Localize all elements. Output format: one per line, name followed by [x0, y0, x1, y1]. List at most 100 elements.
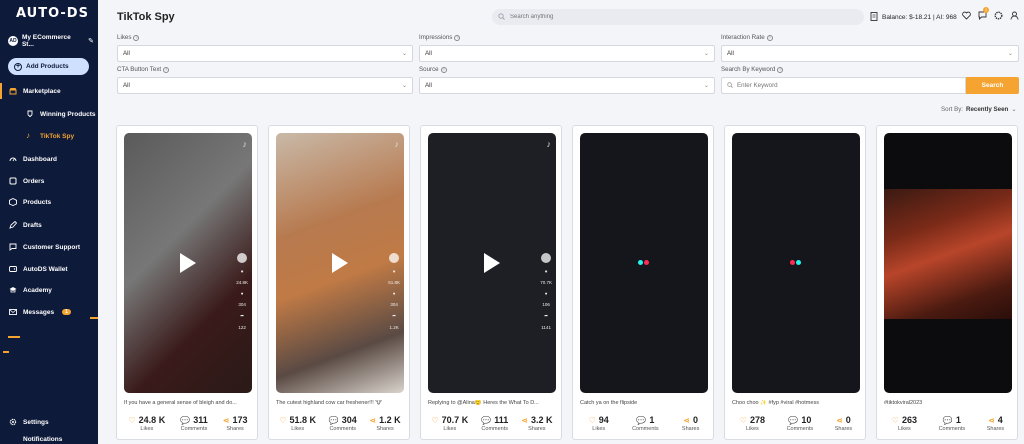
video-thumbnail[interactable] [732, 133, 860, 393]
store-selector[interactable]: AD My ECommerce St... ✎ [8, 34, 94, 48]
tiktok-icon: ♪ [26, 131, 30, 140]
edit-pencil-icon[interactable]: ✎ [88, 37, 94, 45]
sidebar-item-customer-support[interactable]: Customer Support [0, 239, 98, 255]
filter-label-text: CTA Button Text [117, 66, 162, 73]
side-comments: 304 [238, 302, 246, 307]
sidebar-item-notifications[interactable]: Notifications [0, 434, 98, 444]
sidebar-item-label: Dashboard [23, 155, 57, 163]
comment-icon: ● [240, 291, 244, 296]
likes-stat: ♡ 70.7 K Likes [432, 415, 469, 432]
share-icon: ⋖ [836, 415, 843, 425]
shares-value: 1.2 K [379, 415, 401, 425]
sidebar-item-drafts[interactable]: Drafts [0, 217, 98, 233]
source-select[interactable]: All ⌄ [419, 77, 715, 94]
video-card[interactable]: #tiktokviral2023 ♡ 263 Likes 💬 1 Comments ⋖ 4… [876, 125, 1018, 440]
chevron-down-icon: ⌄ [703, 51, 709, 57]
mail-icon [9, 308, 17, 316]
select-value: All [123, 50, 130, 57]
video-card[interactable]: ♪ ♥ 51.8K ● 304 ➦ 1.2K The cutest highland … [268, 125, 410, 440]
global-search[interactable] [492, 9, 864, 25]
sidebar-item-academy[interactable]: Academy [0, 282, 98, 298]
video-thumbnail[interactable]: ♪ ♥ 24.8K ● 304 ➦ 122 [124, 133, 252, 393]
side-shares: 1.2K [389, 325, 399, 330]
filter-label-text: Source [419, 66, 439, 73]
help-icon[interactable]: ? [766, 34, 773, 41]
add-products-label: Add Products [26, 63, 69, 70]
collapse-indicator [90, 317, 98, 319]
sidebar-item-messages[interactable]: Messages 1 [0, 304, 98, 320]
impressions-select[interactable]: All ⌄ [419, 45, 715, 62]
help-icon[interactable]: ? [454, 34, 461, 41]
keyword-filter-label: Search By Keyword? [721, 66, 784, 73]
heart-icon[interactable] [962, 11, 971, 20]
play-icon[interactable] [484, 253, 500, 273]
cta-filter-label: CTA Button Text? [117, 66, 170, 73]
tiktok-logo-icon: ♪ [394, 139, 400, 149]
shares-value: 173 [232, 415, 248, 425]
tiktok-logo-icon: ♪ [242, 139, 248, 149]
interaction-rate-select[interactable]: All ⌄ [721, 45, 1019, 62]
shares-value: 4 [997, 415, 1003, 425]
comments-stat: 💬 304 Comments [329, 415, 357, 432]
user-icon[interactable] [1010, 11, 1019, 20]
keyword-field[interactable] [721, 77, 966, 94]
notification-count: 1 [983, 7, 989, 13]
sidebar-item-marketplace[interactable]: Marketplace [0, 83, 98, 99]
help-icon[interactable]: ? [440, 66, 447, 73]
chat-bubble-icon[interactable]: 1 [978, 7, 989, 21]
video-card[interactable]: Catch ya on the flipside ♡ 94 Likes 💬 1 Comm… [572, 125, 714, 440]
likes-label: Likes [291, 426, 305, 432]
sort-by[interactable]: Sort By: Recently Seen ⌄ [941, 106, 1017, 113]
search-input[interactable] [510, 14, 810, 20]
comment-icon: ● [392, 291, 396, 296]
video-card[interactable]: Choo choo ✨ #fyp #viral #hotmess ♡ 278 Lik… [724, 125, 866, 440]
help-icon[interactable]: ? [163, 66, 170, 73]
video-card[interactable]: ♪ ♥ 70.7K ● 106 ➦ 1141 Replying to @Alina🙂 … [420, 125, 562, 440]
comments-label: Comments [481, 426, 509, 432]
tiktok-side-stats: ♥ 51.8K ● 304 ➦ 1.2K [388, 253, 400, 330]
autods-logo[interactable]: AUTO-DS [16, 6, 89, 21]
balance-display[interactable]: Balance: $-18.21 | AI: 968 [870, 12, 957, 23]
heart-icon: ♥ [240, 269, 244, 274]
likes-label: Likes [592, 426, 606, 432]
comment-icon: 💬 [180, 415, 191, 425]
comments-value: 311 [193, 415, 208, 425]
sidebar-item-label: Customer Support [23, 243, 81, 251]
video-caption: The cutest highland cow car freshener!!!… [276, 400, 382, 406]
likes-select[interactable]: All ⌄ [117, 45, 413, 62]
settings-cog-icon[interactable] [994, 11, 1003, 20]
sidebar-item-orders[interactable]: Orders [0, 173, 98, 189]
side-shares: 1141 [541, 325, 551, 330]
video-caption: If you have a general sense of bleigh an… [124, 400, 237, 406]
sidebar-item-settings[interactable]: Settings [0, 414, 98, 430]
sidebar-item-winning-products[interactable]: Winning Products [0, 106, 98, 122]
side-comments: 106 [542, 302, 550, 307]
video-thumbnail[interactable] [580, 133, 708, 393]
add-products-button[interactable]: + Add Products [8, 58, 89, 75]
shares-stat: ⋖ 4 Shares [987, 415, 1004, 432]
interaction-rate-filter-label: Interaction Rate? [721, 34, 773, 41]
keyword-input[interactable] [737, 82, 937, 89]
video-thumbnail[interactable] [884, 133, 1012, 393]
cta-select[interactable]: All ⌄ [117, 77, 413, 94]
sidebar-item-products[interactable]: Products [0, 194, 98, 210]
help-icon[interactable]: ? [777, 66, 784, 73]
share-icon: ⋖ [683, 415, 690, 425]
video-thumbnail[interactable]: ♪ ♥ 51.8K ● 304 ➦ 1.2K [276, 133, 404, 393]
video-thumbnail[interactable]: ♪ ♥ 70.7K ● 106 ➦ 1141 [428, 133, 556, 393]
video-card[interactable]: ♪ ♥ 24.8K ● 304 ➦ 122 If you have a general… [116, 125, 258, 440]
play-icon[interactable] [180, 253, 196, 273]
search-button[interactable]: Search [966, 77, 1019, 94]
search-icon [498, 12, 505, 22]
chevron-down-icon: ⌄ [401, 51, 407, 57]
comments-stat: 💬 311 Comments [180, 415, 208, 432]
sidebar-item-dashboard[interactable]: Dashboard [0, 151, 98, 167]
messages-badge: 1 [62, 309, 71, 315]
comments-stat: 💬 1 Comments [632, 415, 659, 432]
help-icon[interactable]: ? [133, 34, 140, 41]
play-icon[interactable] [332, 253, 348, 273]
select-value: All [727, 50, 734, 57]
plus-icon: + [14, 62, 22, 71]
sidebar-item-autods-wallet[interactable]: AutoDS Wallet [0, 261, 98, 277]
sidebar-item-tiktok-spy[interactable]: ♪ TikTok Spy [0, 128, 98, 144]
